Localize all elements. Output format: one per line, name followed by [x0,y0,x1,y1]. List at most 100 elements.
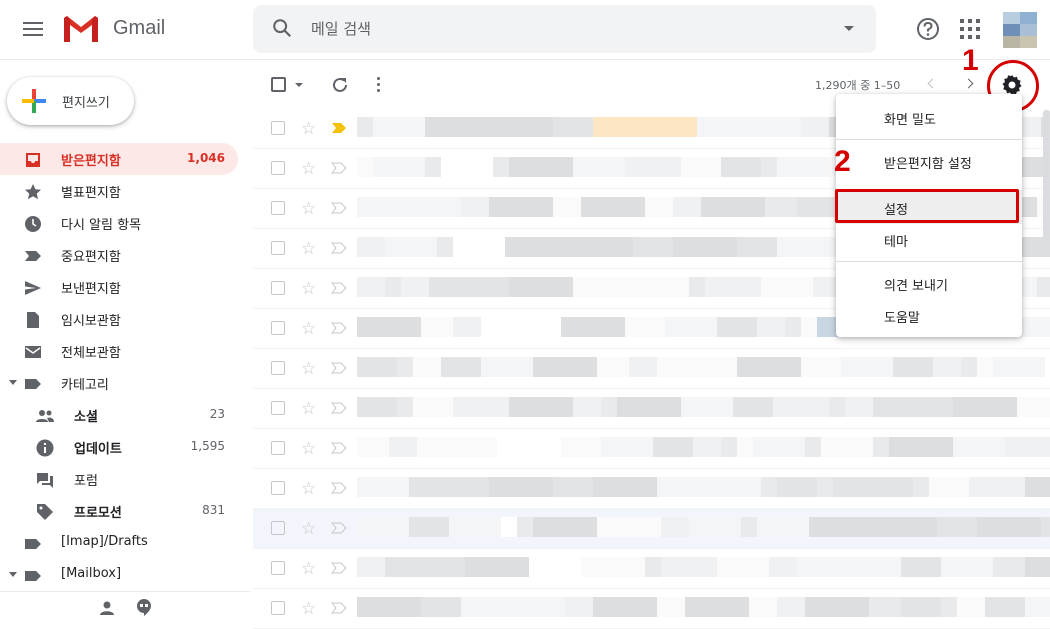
table-row[interactable]: ☆ [253,469,1050,509]
table-row[interactable]: ☆ [253,429,1050,469]
row-checkbox[interactable] [271,401,285,415]
redacted-content [873,477,913,497]
account-avatar[interactable] [1003,12,1037,48]
menu-item-help[interactable]: 도움말 [836,298,1022,332]
menu-item-inbox-settings[interactable]: 받은편지함 설정 [836,144,1022,178]
sidebar-item-imap-drafts[interactable]: [Imap]/Drafts [0,527,238,559]
table-row[interactable]: ☆ [253,549,1050,589]
redacted-content [953,397,1017,417]
sidebar-item-promotions[interactable]: 프로모션 831 [0,495,238,527]
menu-item-send-feedback[interactable]: 의견 보내기 [836,266,1022,300]
row-checkbox[interactable] [271,161,285,175]
star-icon[interactable]: ☆ [301,279,316,299]
star-icon[interactable]: ☆ [301,479,316,499]
table-row[interactable]: ☆ [253,509,1050,549]
menu-item-themes[interactable]: 테마 [836,222,1022,256]
select-dropdown-chevron-icon[interactable] [295,83,303,87]
brand-name[interactable]: Gmail [113,17,165,40]
row-checkbox[interactable] [271,281,285,295]
hangouts-icon[interactable] [136,599,152,617]
select-all-checkbox[interactable] [271,77,286,92]
star-icon[interactable]: ☆ [301,519,316,539]
menu-item-display-density[interactable]: 화면 밀도 [836,100,1022,134]
redacted-content [449,517,501,537]
refresh-icon[interactable] [330,75,350,95]
redacted-content [449,477,489,497]
table-row[interactable]: ☆ [253,589,1050,629]
important-marker-icon[interactable] [331,562,347,574]
important-marker-icon[interactable] [331,362,347,374]
sidebar-item-mailbox[interactable]: [Mailbox] [0,559,238,591]
main-menu-button[interactable] [20,18,46,42]
collapse-arrow-icon[interactable] [9,380,17,385]
important-marker-icon[interactable] [331,122,347,134]
redacted-content [421,317,437,337]
star-icon[interactable]: ☆ [301,439,316,459]
row-checkbox[interactable] [271,441,285,455]
redacted-content [681,157,721,177]
sidebar-item-sent[interactable]: 보낸편지함 [0,271,238,303]
apps-grid-icon[interactable] [960,19,980,39]
table-row[interactable]: ☆ [253,389,1050,429]
redacted-content [805,597,869,617]
star-icon[interactable]: ☆ [301,359,316,379]
sidebar-item-starred[interactable]: 별표편지함 [0,175,238,207]
row-checkbox[interactable] [271,201,285,215]
important-marker-icon[interactable] [331,282,347,294]
sidebar-item-snoozed[interactable]: 다시 알림 항목 [0,207,238,239]
row-checkbox[interactable] [271,121,285,135]
redacted-content [397,357,413,377]
sidebar-item-updates[interactable]: 업데이트 1,595 [0,431,238,463]
important-marker-icon[interactable] [331,242,347,254]
sidebar-item-forums[interactable]: 포럼 [0,463,238,495]
table-row[interactable]: ☆ [253,349,1050,389]
sidebar-item-categories[interactable]: 카테고리 [0,367,238,399]
redacted-content [581,197,645,217]
search-icon[interactable] [271,17,293,39]
important-marker-icon[interactable] [331,322,347,334]
help-icon[interactable] [915,16,941,42]
sidebar-item-social[interactable]: 소셜 23 [0,399,238,431]
redacted-content [593,597,657,617]
sidebar-item-inbox[interactable]: 받은편지함 1,046 [0,143,238,175]
sidebar-item-all-mail[interactable]: 전체보관함 [0,335,238,367]
star-icon[interactable]: ☆ [301,319,316,339]
prev-page-chevron-icon[interactable] [927,78,938,89]
search-options-chevron-icon[interactable] [844,26,854,31]
star-icon[interactable]: ☆ [301,599,316,619]
star-icon[interactable]: ☆ [301,119,316,139]
important-marker-icon[interactable] [331,522,347,534]
star-icon[interactable]: ☆ [301,159,316,179]
row-checkbox[interactable] [271,481,285,495]
row-checkbox[interactable] [271,241,285,255]
scrollbar[interactable] [1043,110,1050,240]
important-marker-icon[interactable] [331,202,347,214]
star-icon[interactable]: ☆ [301,199,316,219]
important-marker-icon[interactable] [331,482,347,494]
sidebar-item-drafts[interactable]: 임시보관함 [0,303,238,335]
sidebar-nav: 받은편지함 1,046 별표편지함 다시 알림 항목 중요편지함 보낸편지함 임… [0,143,250,591]
important-marker-icon[interactable] [331,442,347,454]
row-checkbox[interactable] [271,321,285,335]
row-checkbox[interactable] [271,601,285,615]
star-icon[interactable]: ☆ [301,399,316,419]
redacted-content [873,397,913,417]
person-icon[interactable] [99,600,115,616]
redacted-content [357,557,385,577]
row-checkbox[interactable] [271,521,285,535]
row-checkbox[interactable] [271,561,285,575]
next-page-chevron-icon[interactable] [963,78,974,89]
row-checkbox[interactable] [271,361,285,375]
star-icon[interactable]: ☆ [301,239,316,259]
gmail-logo-icon[interactable] [62,14,100,44]
more-options-icon[interactable] [377,77,381,93]
search-input[interactable] [311,5,831,53]
important-marker-icon[interactable] [331,162,347,174]
collapse-arrow-icon[interactable] [9,572,17,577]
sidebar-item-important[interactable]: 중요편지함 [0,239,238,271]
important-marker-icon[interactable] [331,402,347,414]
compose-button[interactable]: 편지쓰기 [7,77,134,125]
redacted-content [657,477,709,497]
important-marker-icon[interactable] [331,602,347,614]
star-icon[interactable]: ☆ [301,559,316,579]
